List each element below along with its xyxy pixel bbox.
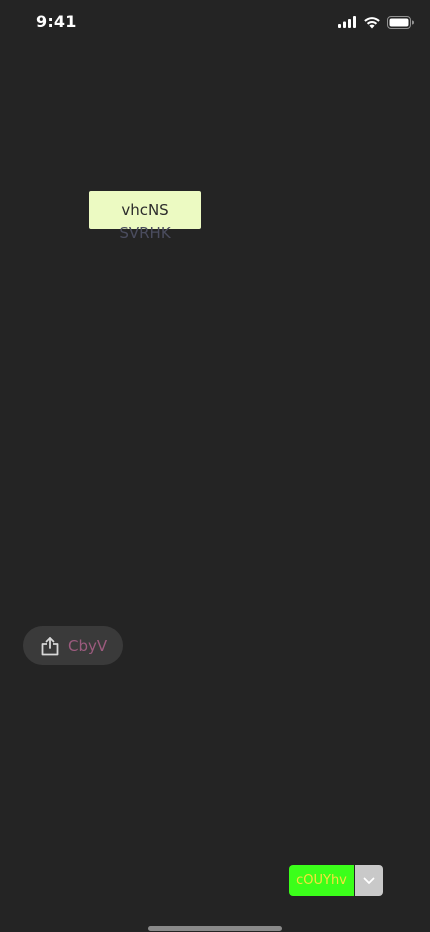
tag-card-subtitle: SVRHK xyxy=(119,224,171,242)
status-icons xyxy=(338,14,414,30)
split-button-main[interactable]: cOUYhv xyxy=(289,865,354,896)
status-time: 9:41 xyxy=(36,12,77,31)
status-bar: 9:41 xyxy=(0,0,430,44)
tag-card-title: vhcNS xyxy=(121,201,169,219)
cellular-signal-icon xyxy=(338,16,356,28)
home-indicator[interactable] xyxy=(148,926,282,931)
share-button[interactable]: CbyV xyxy=(23,626,123,665)
split-button: cOUYhv xyxy=(289,865,383,896)
share-icon xyxy=(41,636,59,655)
share-label: CbyV xyxy=(68,636,108,655)
wifi-icon xyxy=(364,16,380,28)
chevron-down-icon xyxy=(363,877,375,884)
battery-icon xyxy=(387,15,414,29)
split-button-toggle[interactable] xyxy=(355,865,383,896)
